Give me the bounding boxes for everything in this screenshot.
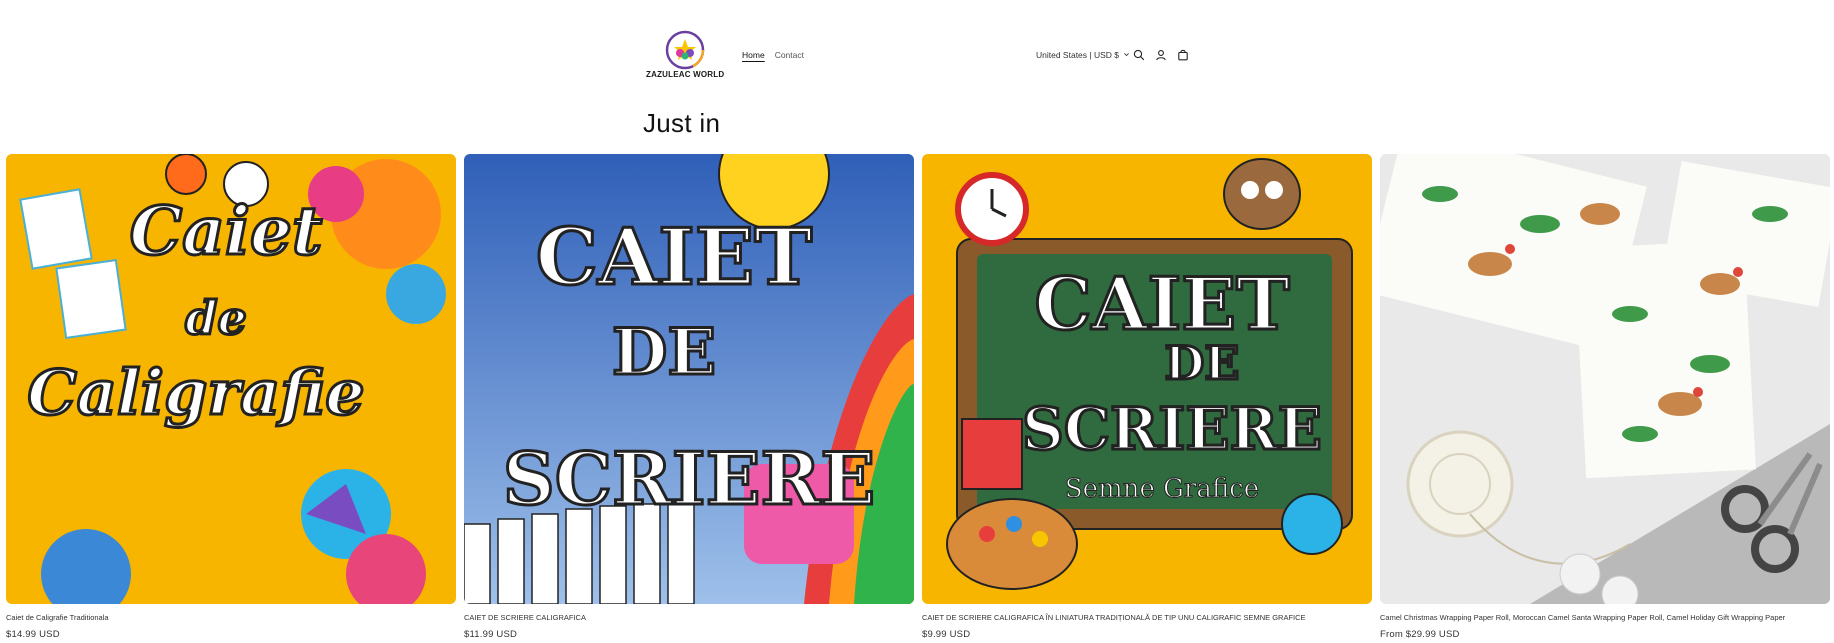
account-icon[interactable] — [1155, 49, 1167, 61]
nav-item-home[interactable]: Home — [742, 50, 765, 60]
image-subtitle: Semne Grafice — [1065, 474, 1259, 504]
site-header: ZAZULEAC WORLD Home Contact United State… — [0, 0, 1834, 112]
product-image[interactable] — [1380, 154, 1830, 604]
image-title-line-1: CAIET — [1034, 261, 1289, 346]
product-image[interactable]: CAIET DE SCRIERE Semne Grafice — [922, 154, 1372, 604]
product-price: $11.99 USD — [464, 629, 518, 640]
product-title[interactable]: CAIET DE SCRIERE CALIGRAFICA — [464, 613, 914, 622]
product-card[interactable]: Camel Christmas Wrapping Paper Roll, Mor… — [1380, 154, 1830, 640]
product-card[interactable]: CAIET DE SCRIERE Semne Grafice CAIET DE … — [922, 154, 1372, 640]
product-image[interactable]: Caiet de Caligrafie — [6, 154, 456, 604]
locale-label: United States | USD $ — [1036, 50, 1119, 60]
image-title-line-3: SCRIERE — [503, 436, 875, 521]
product-title[interactable]: Camel Christmas Wrapping Paper Roll, Mor… — [1380, 613, 1830, 622]
main-nav: Home Contact — [742, 50, 804, 60]
image-title-line-1: Caiet — [130, 192, 323, 270]
product-title[interactable]: Caiet de Caligrafie Traditionala — [6, 613, 456, 622]
image-title-line-3: SCRIERE — [1022, 395, 1322, 463]
section-title: Just in — [643, 108, 721, 138]
product-image[interactable]: CAIET DE SCRIERE — [464, 154, 914, 604]
header-icons — [1133, 49, 1189, 61]
product-title[interactable]: CAIET DE SCRIERE CALIGRAFICA ÎN LINIATUR… — [922, 613, 1372, 622]
brand-logo[interactable]: ZAZULEAC WORLD — [646, 30, 724, 80]
image-title-line-3: Caligrafie — [27, 356, 364, 429]
brand-name: ZAZULEAC WORLD — [646, 70, 725, 79]
image-title-line-1: CAIET — [536, 212, 813, 303]
product-price: From $29.99 USD — [1380, 629, 1460, 640]
nav-item-contact[interactable]: Contact — [775, 50, 804, 60]
locale-selector[interactable]: United States | USD $ — [1036, 50, 1130, 60]
product-price: $14.99 USD — [6, 629, 60, 640]
product-grid: Caiet de Caligrafie Caiet de Caligrafie … — [6, 154, 1830, 640]
cart-icon[interactable] — [1177, 49, 1189, 61]
product-card[interactable]: CAIET DE SCRIERE CAIET DE SCRIERE CALIGR… — [464, 154, 914, 640]
search-icon[interactable] — [1133, 49, 1145, 61]
product-card[interactable]: Caiet de Caligrafie Caiet de Caligrafie … — [6, 154, 456, 640]
image-title-line-2: de — [185, 291, 246, 345]
chevron-down-icon — [1123, 50, 1130, 60]
image-title-line-2: DE — [1165, 336, 1240, 390]
image-title-line-2: DE — [612, 315, 716, 390]
product-price: $9.99 USD — [922, 629, 971, 640]
logo-badge — [665, 30, 705, 70]
